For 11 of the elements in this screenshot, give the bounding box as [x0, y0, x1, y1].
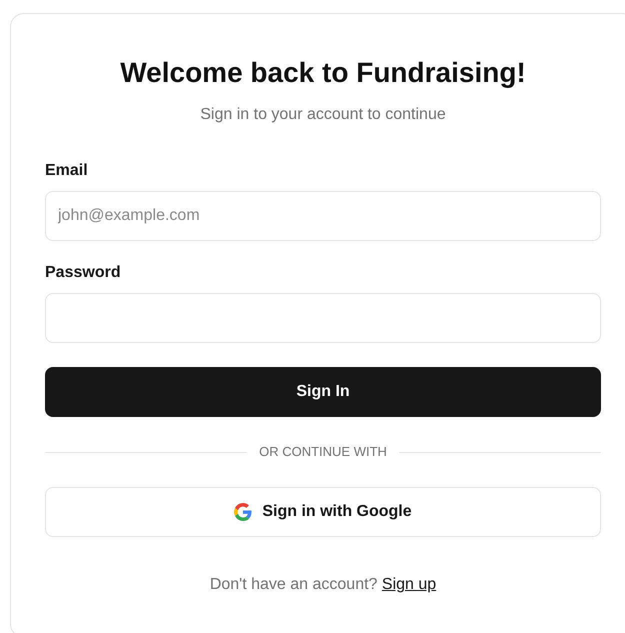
- input-field[interactable]: [45, 293, 601, 343]
- page-title: Welcome back to Fundraising!: [119, 56, 527, 90]
- subtitle: Sign in to your account to continue: [199, 105, 447, 125]
- sign-up-link[interactable]: Sign up: [382, 576, 436, 593]
- google-sign-in-button[interactable]: Sign in with Google: [45, 487, 601, 537]
- field-label: Password: [45, 263, 122, 283]
- sign-in-button[interactable]: Sign In: [45, 367, 601, 417]
- sign-up-prompt: Don't have an account? Sign up: [208, 575, 438, 595]
- google-logo-icon: [234, 503, 252, 521]
- divider-label: OR CONTINUE WITH: [259, 443, 387, 462]
- field-label: Email: [45, 161, 89, 181]
